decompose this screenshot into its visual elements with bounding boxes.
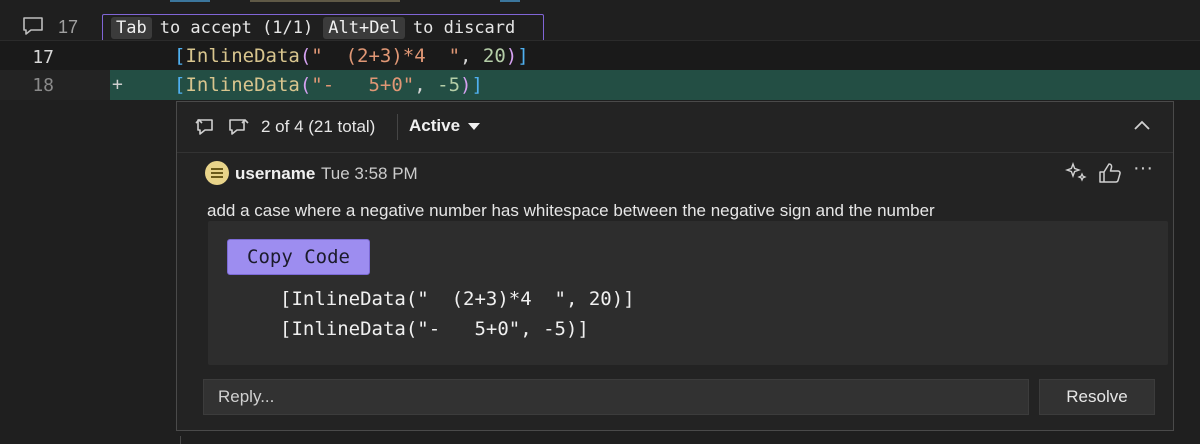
code-text[interactable]: [InlineData("- 5+0", -5)]: [174, 74, 483, 96]
attribute-name: InlineData: [185, 45, 300, 67]
more-actions-icon[interactable]: ···: [1133, 157, 1153, 180]
code-line-17[interactable]: 17 [InlineData(" (2+3)*4 ", 20)]: [0, 40, 1200, 72]
comma: ,: [460, 45, 483, 67]
accept-hint-text: to accept (1/1): [159, 18, 314, 38]
avatar: [205, 161, 229, 185]
comment-time: Tue 3:58 PM: [321, 164, 418, 183]
close-bracket: ]: [471, 74, 483, 96]
line-number: 17: [32, 47, 54, 68]
sparkle-icon[interactable]: [1064, 161, 1089, 190]
comment-body: add a case where a negative number has w…: [207, 201, 935, 220]
string-literal: " (2+3)*4 ": [311, 45, 461, 67]
reply-input[interactable]: [203, 379, 1029, 415]
code-block-line: [InlineData(" (2+3)*4 ", 20)]: [280, 288, 635, 310]
alt-del-key[interactable]: Alt+Del: [323, 17, 405, 39]
number-literal: 20: [482, 45, 506, 67]
tab-key[interactable]: Tab: [111, 17, 152, 39]
close-bracket: ]: [517, 45, 529, 67]
code-suggestion-block: Copy Code [InlineData(" (2+3)*4 ", 20)] …: [208, 221, 1168, 365]
open-paren: (: [299, 74, 312, 96]
comma: ,: [414, 74, 438, 96]
comment-author[interactable]: username: [235, 164, 315, 184]
number-literal: -5: [437, 74, 461, 96]
copy-code-button[interactable]: Copy Code: [227, 239, 370, 275]
code-line-18-added[interactable]: 18 + [InlineData("- 5+0", -5)]: [0, 70, 1200, 100]
thread-position: 2 of 4 (21 total): [261, 117, 376, 136]
code-block-line: [InlineData("- 5+0", -5)]: [280, 318, 589, 340]
close-paren: ): [460, 74, 472, 96]
attribute-name: InlineData: [185, 74, 300, 96]
inline-suggestion-row: 17 Tab to accept (1/1) Alt+Del to discar…: [0, 6, 1200, 42]
status-label: Active: [409, 116, 461, 135]
code-text[interactable]: [InlineData(" (2+3)*4 ", 20)]: [174, 45, 529, 67]
open-paren: (: [299, 45, 312, 67]
open-bracket: [: [174, 74, 186, 96]
previous-comment-icon[interactable]: [193, 114, 219, 145]
open-bracket: [: [174, 45, 186, 67]
chevron-up-icon[interactable]: [1132, 116, 1152, 141]
added-line-marker: +: [112, 74, 123, 95]
comment-thread-panel: 2 of 4 (21 total) Active username Tue 3:…: [176, 101, 1174, 431]
close-paren: ): [505, 45, 518, 67]
thumbs-up-icon[interactable]: [1097, 161, 1123, 190]
divider: [397, 114, 398, 140]
comment-count: 17: [58, 17, 79, 37]
string-literal: "- 5+0": [311, 74, 415, 96]
comment: username Tue 3:58 PM ··· add a case wher…: [177, 152, 1173, 428]
next-comment-icon[interactable]: [225, 114, 251, 145]
discard-hint-text: to discard: [412, 18, 516, 38]
previous-line-fragment: [170, 0, 530, 2]
caret-down-icon: [468, 116, 481, 136]
accept-discard-hint: Tab to accept (1/1) Alt+Del to discard: [102, 14, 544, 42]
thread-header: 2 of 4 (21 total) Active: [177, 102, 1173, 150]
status-dropdown[interactable]: Active: [409, 116, 481, 136]
comment-icon[interactable]: [22, 16, 44, 41]
line-number: 18: [32, 75, 54, 96]
resolve-button[interactable]: Resolve: [1039, 379, 1155, 415]
